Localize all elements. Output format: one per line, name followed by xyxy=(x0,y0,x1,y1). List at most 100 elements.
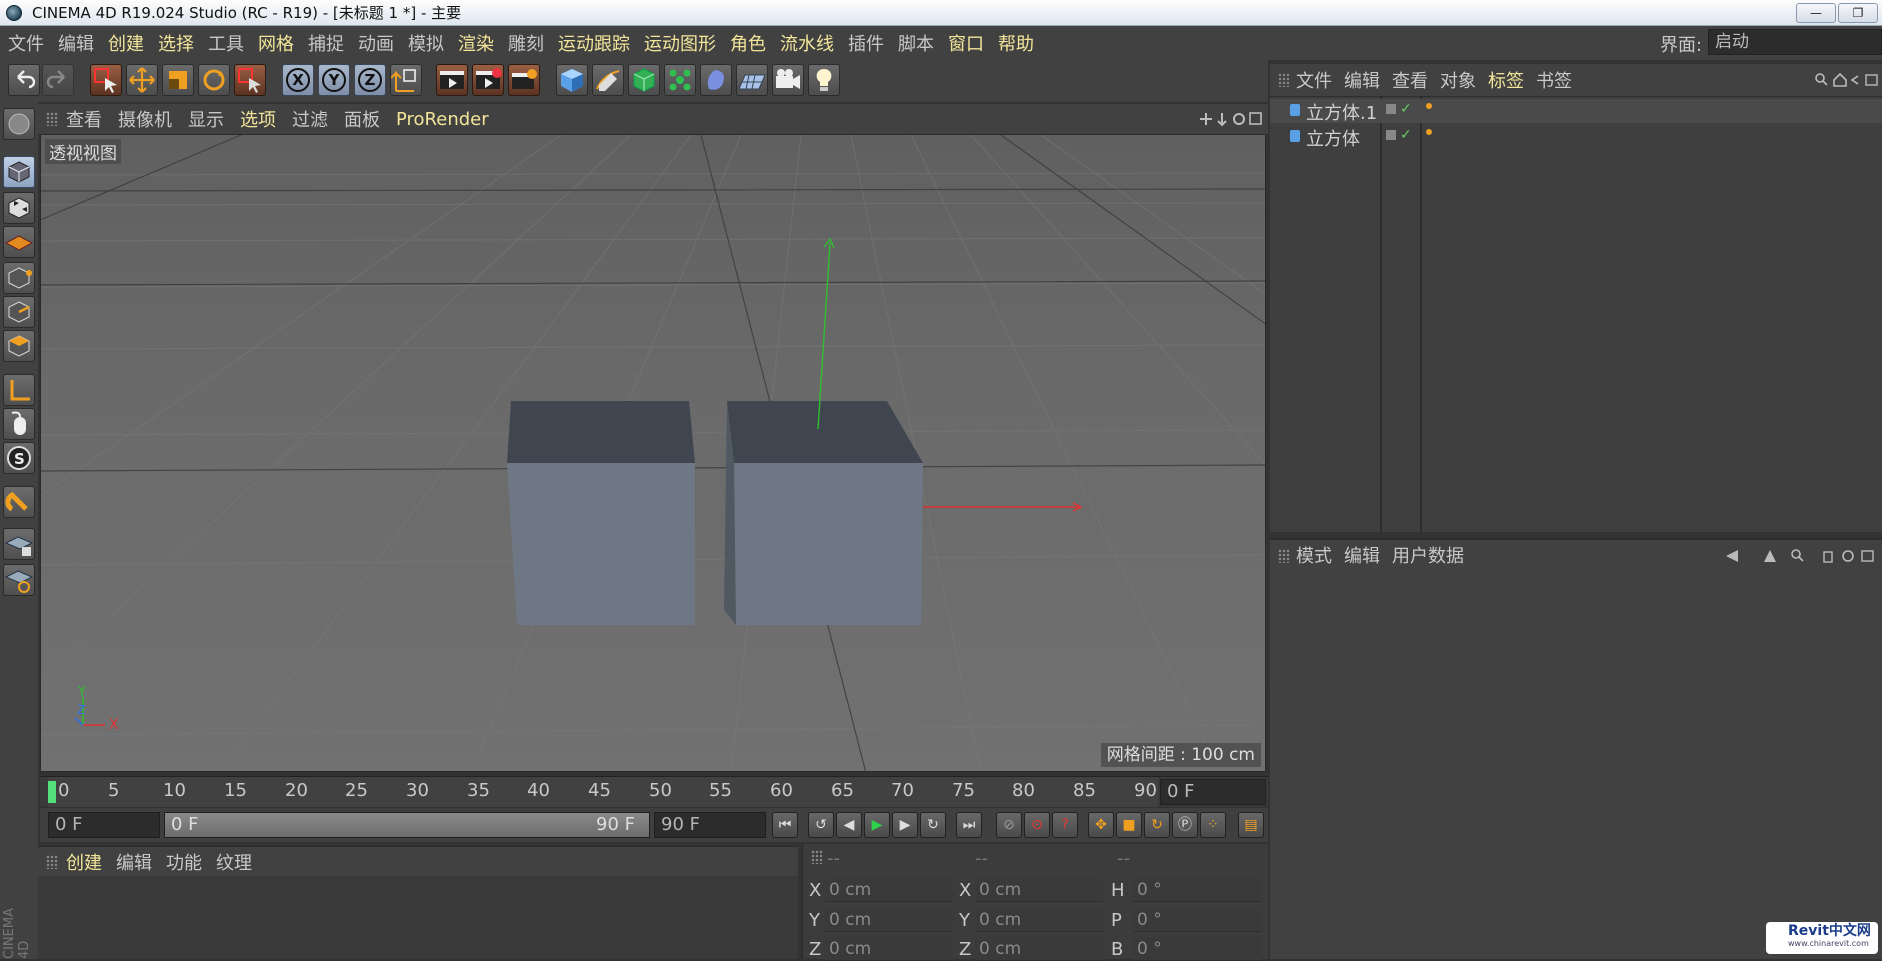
enabled-check-icon[interactable]: ✓ xyxy=(1400,101,1412,117)
render-view-icon[interactable] xyxy=(436,64,468,96)
texture-mode-icon[interactable] xyxy=(3,192,35,224)
position-z-field[interactable]: 0 cm xyxy=(825,937,953,961)
locked-workplane-icon[interactable] xyxy=(3,528,35,560)
om-menu-tags[interactable]: 标签 xyxy=(1488,67,1524,93)
panel-grip-icon[interactable] xyxy=(811,850,823,864)
menu-mograph[interactable]: 运动图形 xyxy=(644,30,716,56)
editor-visibility-icon[interactable] xyxy=(1386,130,1396,140)
go-to-start-icon[interactable]: ⏮ xyxy=(772,812,798,838)
om-menu-edit[interactable]: 编辑 xyxy=(1344,67,1380,93)
rotation-p-field[interactable]: 0 ° xyxy=(1133,908,1261,932)
mat-menu-edit[interactable]: 编辑 xyxy=(116,849,152,875)
menu-script[interactable]: 脚本 xyxy=(898,30,934,56)
play-forward-icon[interactable]: ▶ xyxy=(864,812,890,838)
render-to-picture-viewer-icon[interactable] xyxy=(472,64,504,96)
preview-range-slider[interactable]: 0 F 90 F xyxy=(164,812,650,838)
position-y-field[interactable]: 0 cm xyxy=(825,908,953,932)
floor-icon[interactable] xyxy=(736,64,768,96)
enabled-check-icon[interactable]: ✓ xyxy=(1400,127,1412,143)
vp-menu-panel[interactable]: 面板 xyxy=(344,106,380,132)
position-x-field[interactable]: 0 cm xyxy=(825,878,953,902)
vp-menu-display[interactable]: 显示 xyxy=(188,106,224,132)
cube-object-1[interactable] xyxy=(507,401,695,625)
solo-mode-icon[interactable]: S xyxy=(3,442,35,474)
menu-motion-tracking[interactable]: 运动跟踪 xyxy=(558,30,630,56)
rotation-h-field[interactable]: 0 ° xyxy=(1133,878,1261,902)
attr-menu-user-data[interactable]: 用户数据 xyxy=(1392,542,1464,568)
tag-icon[interactable] xyxy=(1426,129,1432,135)
start-frame-field[interactable]: 0 F xyxy=(48,812,160,838)
autokey-icon[interactable]: ⊙ xyxy=(1024,812,1050,838)
record-point-level-icon[interactable]: ⁘ xyxy=(1200,812,1226,838)
cube-object-icon[interactable] xyxy=(556,64,588,96)
end-frame-field[interactable]: 90 F xyxy=(654,812,766,838)
cinema4d-app-icon[interactable] xyxy=(6,5,22,21)
planar-workplane-icon[interactable] xyxy=(3,564,35,596)
undo-icon[interactable] xyxy=(8,64,40,96)
mat-menu-function[interactable]: 功能 xyxy=(166,849,202,875)
menu-file[interactable]: 文件 xyxy=(8,30,44,56)
playhead-marker[interactable] xyxy=(48,781,56,803)
next-key-icon[interactable]: ↻ xyxy=(920,812,946,838)
light-icon[interactable] xyxy=(808,64,840,96)
render-settings-icon[interactable] xyxy=(508,64,540,96)
cloner-icon[interactable] xyxy=(664,64,696,96)
om-menu-view[interactable]: 查看 xyxy=(1392,67,1428,93)
panel-grip-icon[interactable] xyxy=(46,112,58,126)
workplane-mode-icon[interactable] xyxy=(3,226,35,258)
scale-icon[interactable] xyxy=(162,64,194,96)
menu-select[interactable]: 选择 xyxy=(158,30,194,56)
current-frame-field[interactable]: 0 F xyxy=(1160,779,1266,805)
previous-frame-icon[interactable]: ◀ xyxy=(836,812,862,838)
interface-layout-select[interactable]: 启动 xyxy=(1708,29,1882,55)
om-menu-objects[interactable]: 对象 xyxy=(1440,67,1476,93)
previous-key-icon[interactable]: ↺ xyxy=(808,812,834,838)
record-rotation-icon[interactable]: ↻ xyxy=(1144,812,1170,838)
om-menu-bookmarks[interactable]: 书签 xyxy=(1536,67,1572,93)
y-axis-icon[interactable]: Y xyxy=(318,64,350,96)
live-selection-icon[interactable] xyxy=(90,64,122,96)
go-to-end-icon[interactable]: ⏭ xyxy=(956,812,982,838)
mat-menu-create[interactable]: 创建 xyxy=(66,849,102,875)
viewport-nav-icons[interactable] xyxy=(1200,110,1262,128)
attribute-manager-area[interactable] xyxy=(1270,570,1882,959)
panel-grip-icon[interactable] xyxy=(1278,549,1290,563)
tweak-mode-icon[interactable] xyxy=(3,408,35,440)
rotation-b-field[interactable]: 0 ° xyxy=(1133,937,1261,961)
object-name[interactable]: 立方体.1 xyxy=(1306,99,1377,125)
attr-menu-edit[interactable]: 编辑 xyxy=(1344,542,1380,568)
cube-object-2[interactable] xyxy=(724,401,923,625)
timeline-ruler[interactable]: 0 5 10 15 20 25 30 35 40 45 50 55 60 65 … xyxy=(48,777,1158,807)
perspective-viewport[interactable]: Y Z X 透视视图 网格间距 : 100 cm xyxy=(40,134,1266,772)
subdivision-surface-icon[interactable] xyxy=(628,64,660,96)
mat-menu-texture[interactable]: 纹理 xyxy=(216,849,252,875)
panel-grip-icon[interactable] xyxy=(1278,73,1290,87)
menu-snap[interactable]: 捕捉 xyxy=(308,30,344,56)
record-position-icon[interactable]: ✥ xyxy=(1088,812,1114,838)
om-nav-icons[interactable] xyxy=(1814,72,1880,88)
menu-create[interactable]: 创建 xyxy=(108,30,144,56)
editor-visibility-icon[interactable] xyxy=(1386,104,1396,114)
record-parameter-icon[interactable]: Ⓟ xyxy=(1172,812,1198,838)
coordinate-system-icon[interactable] xyxy=(390,64,422,96)
menu-help[interactable]: 帮助 xyxy=(998,30,1034,56)
tag-icon[interactable] xyxy=(1426,103,1432,109)
redo-icon[interactable] xyxy=(42,64,74,96)
menu-plugins[interactable]: 插件 xyxy=(848,30,884,56)
menu-edit[interactable]: 编辑 xyxy=(58,30,94,56)
menu-render[interactable]: 渲染 xyxy=(458,30,494,56)
object-name[interactable]: 立方体 xyxy=(1306,125,1360,151)
vp-menu-prorender[interactable]: ProRender xyxy=(396,109,489,130)
size-x-field[interactable]: 0 cm xyxy=(975,878,1103,902)
polygons-mode-icon[interactable] xyxy=(3,330,35,362)
menu-mesh[interactable]: 网格 xyxy=(258,30,294,56)
size-z-field[interactable]: 0 cm xyxy=(975,937,1103,961)
rotate-icon[interactable] xyxy=(198,64,230,96)
menu-character[interactable]: 角色 xyxy=(730,30,766,56)
pen-spline-icon[interactable] xyxy=(592,64,624,96)
x-axis-icon[interactable]: X xyxy=(282,64,314,96)
vp-menu-options[interactable]: 选项 xyxy=(240,106,276,132)
menu-simulate[interactable]: 模拟 xyxy=(408,30,444,56)
enable-axis-icon[interactable] xyxy=(3,374,35,406)
menu-pipeline[interactable]: 流水线 xyxy=(780,30,834,56)
